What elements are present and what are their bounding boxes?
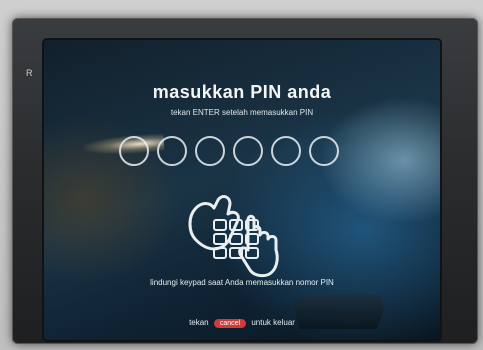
cancel-button[interactable]: cancel: [213, 319, 247, 328]
bezel-mark: R: [26, 68, 34, 78]
atm-screen: masukkan PIN anda tekan ENTER setelah me…: [44, 40, 440, 340]
page-title: masukkan PIN anda: [152, 82, 332, 102]
pin-dot: [195, 136, 225, 166]
cancel-hint-prefix: tekan: [189, 318, 209, 327]
pin-dot: [157, 136, 187, 166]
cancel-hint: tekan cancel untuk keluar: [44, 318, 440, 328]
page-subtitle: tekan ENTER setelah memasukkan PIN: [170, 108, 314, 117]
pin-dot: [119, 136, 149, 166]
security-instruction: lindungi keypad saat Anda memasukkan nom…: [150, 278, 334, 287]
pin-dot: [309, 136, 339, 166]
cancel-hint-suffix: untuk keluar: [251, 318, 295, 327]
pin-indicator: [119, 136, 349, 170]
pin-dot: [271, 136, 301, 166]
pin-dot: [233, 136, 263, 166]
hand-covering-keypad-icon: [174, 180, 294, 280]
